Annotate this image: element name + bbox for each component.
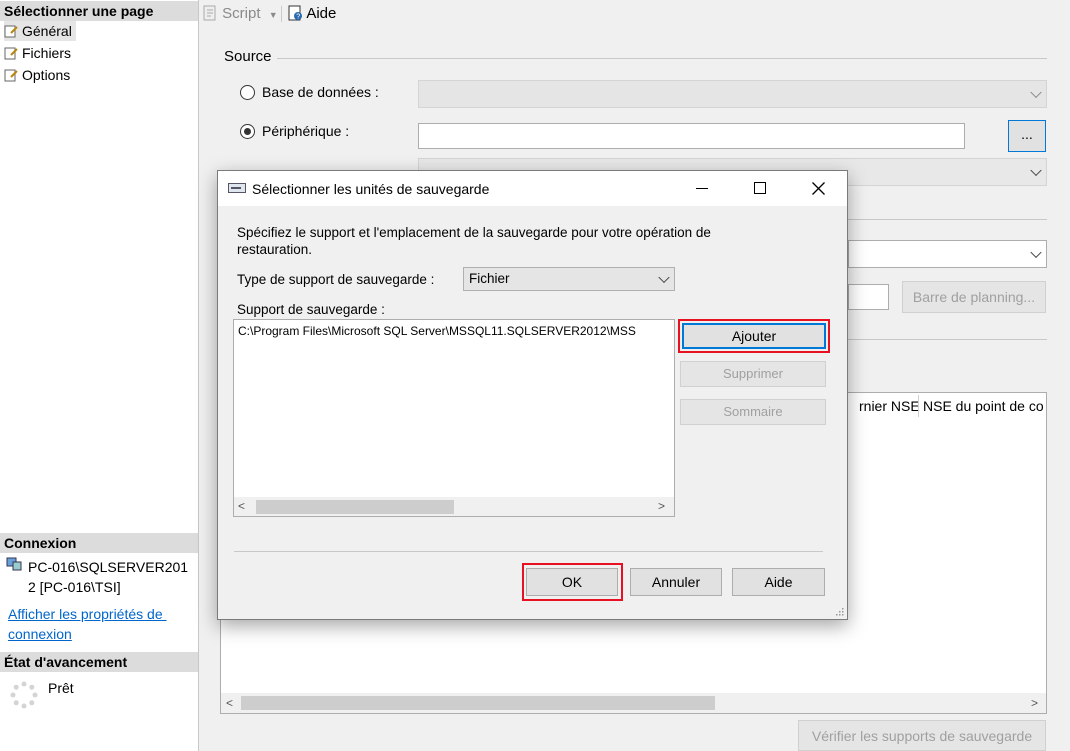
page-wrench-icon xyxy=(4,47,18,60)
verify-media-button[interactable]: Vérifier les supports de sauvegarde xyxy=(798,720,1046,751)
device-path-input[interactable] xyxy=(418,123,965,149)
toolbar: Script ▼ ? Aide xyxy=(199,0,1070,28)
device-browse-button[interactable]: ... xyxy=(1008,120,1046,152)
dialog-description-line1: Spécifiez le support et l'emplacement de… xyxy=(237,225,711,240)
grid-col-checkpoint-lsn[interactable]: NSE du point de co xyxy=(923,398,1044,414)
destination-divider xyxy=(848,219,1047,220)
add-button-highlight xyxy=(678,319,830,353)
progress-header: État d'avancement xyxy=(0,652,198,672)
page-item-general[interactable]: Général xyxy=(4,21,76,41)
server-icon xyxy=(6,557,22,571)
script-dropdown-icon[interactable]: ▼ xyxy=(269,10,278,20)
page-item-label: Fichiers xyxy=(22,45,72,61)
backup-device-icon xyxy=(228,183,246,193)
link-line1: Afficher les propriétés de xyxy=(8,606,167,622)
database-select[interactable] xyxy=(418,80,1047,108)
svg-text:?: ? xyxy=(296,14,300,21)
connection-server: PC-016\SQLSERVER201 2 [PC-016\TSI] xyxy=(28,557,188,597)
scrollbar-thumb[interactable] xyxy=(241,696,715,710)
database-label: Base de données : xyxy=(262,84,379,100)
script-button[interactable]: Script ▼ xyxy=(202,4,278,24)
grid-horizontal-scrollbar[interactable]: < > xyxy=(221,693,1046,713)
select-backup-devices-dialog: Sélectionner les unités de sauvegarde Sp… xyxy=(217,170,848,620)
dialog-description: Spécifiez le support et l'emplacement de… xyxy=(237,224,711,258)
page-wrench-icon xyxy=(4,25,18,38)
script-label: Script xyxy=(222,5,261,22)
media-type-label: Type de support de sauvegarde : xyxy=(237,272,435,287)
timeline-button[interactable]: Barre de planning... xyxy=(902,281,1046,313)
scroll-right-icon[interactable]: > xyxy=(1031,695,1038,711)
connection-server-line1: PC-016\SQLSERVER201 xyxy=(28,559,189,575)
select-page-header: Sélectionner une page xyxy=(0,1,198,21)
contents-button[interactable]: Sommaire xyxy=(680,399,826,425)
media-label: Support de sauvegarde : xyxy=(237,302,385,317)
grid-col-last-lsn[interactable]: rnier NSE xyxy=(859,398,920,414)
dialog-description-line2: restauration. xyxy=(237,242,313,257)
source-divider xyxy=(277,58,1047,59)
chevron-down-icon xyxy=(1030,86,1042,99)
chevron-down-icon xyxy=(1030,246,1042,259)
database-radio[interactable] xyxy=(240,85,255,100)
destination-database-select[interactable] xyxy=(848,240,1047,268)
link-line2: connexion xyxy=(8,626,72,642)
restore-to-input[interactable] xyxy=(848,284,889,310)
maximize-icon[interactable] xyxy=(754,182,766,194)
media-type-select[interactable]: Fichier xyxy=(463,267,675,291)
scroll-right-icon[interactable]: > xyxy=(658,498,665,514)
connection-header: Connexion xyxy=(0,533,198,553)
left-panel: Sélectionner une page Général Fichiers O… xyxy=(0,0,199,751)
toolbar-divider xyxy=(281,6,282,22)
source-label: Source xyxy=(224,48,272,65)
backup-sets-divider xyxy=(848,339,1047,340)
page-item-label: Général xyxy=(22,23,72,39)
chevron-down-icon xyxy=(1030,164,1042,177)
script-icon xyxy=(203,5,216,21)
connection-server-line2: 2 [PC-016\TSI] xyxy=(28,579,121,595)
close-icon[interactable] xyxy=(812,182,825,195)
media-type-value: Fichier xyxy=(469,271,510,286)
dialog-title: Sélectionner les unités de sauvegarde xyxy=(252,181,490,197)
device-label: Périphérique : xyxy=(262,123,350,139)
page-item-label: Options xyxy=(22,67,71,83)
resize-grip-icon[interactable] xyxy=(834,606,844,616)
scroll-left-icon[interactable]: < xyxy=(238,498,245,514)
connection-properties-link[interactable]: Afficher les propriétés de connexion xyxy=(8,604,167,644)
media-list-item[interactable]: C:\Program Files\Microsoft SQL Server\MS… xyxy=(238,324,636,338)
cancel-button[interactable]: Annuler xyxy=(630,568,722,596)
page-item-options[interactable]: Options xyxy=(4,65,70,85)
scroll-left-icon[interactable]: < xyxy=(226,695,233,711)
help-button[interactable]: ? Aide xyxy=(287,4,336,24)
remove-button[interactable]: Supprimer xyxy=(680,361,826,387)
backup-media-list[interactable]: C:\Program Files\Microsoft SQL Server\MS… xyxy=(233,319,675,517)
dialog-help-button[interactable]: Aide xyxy=(732,568,825,596)
page-item-files[interactable]: Fichiers xyxy=(4,43,71,63)
page-wrench-icon xyxy=(4,69,18,82)
scrollbar-thumb[interactable] xyxy=(256,500,454,514)
ok-button-highlight xyxy=(522,563,623,601)
dialog-titlebar: Sélectionner les unités de sauvegarde xyxy=(218,171,847,206)
minimize-icon[interactable] xyxy=(696,188,708,189)
chevron-down-icon xyxy=(658,271,670,284)
media-list-horizontal-scrollbar[interactable]: < > xyxy=(234,497,674,516)
progress-spinner-icon xyxy=(10,681,38,709)
device-radio[interactable] xyxy=(240,124,255,139)
help-icon: ? xyxy=(288,5,302,21)
help-label: Aide xyxy=(306,5,337,22)
grid-col-divider xyxy=(918,395,919,417)
progress-status: Prêt xyxy=(48,680,74,696)
dialog-footer-divider xyxy=(234,551,823,552)
